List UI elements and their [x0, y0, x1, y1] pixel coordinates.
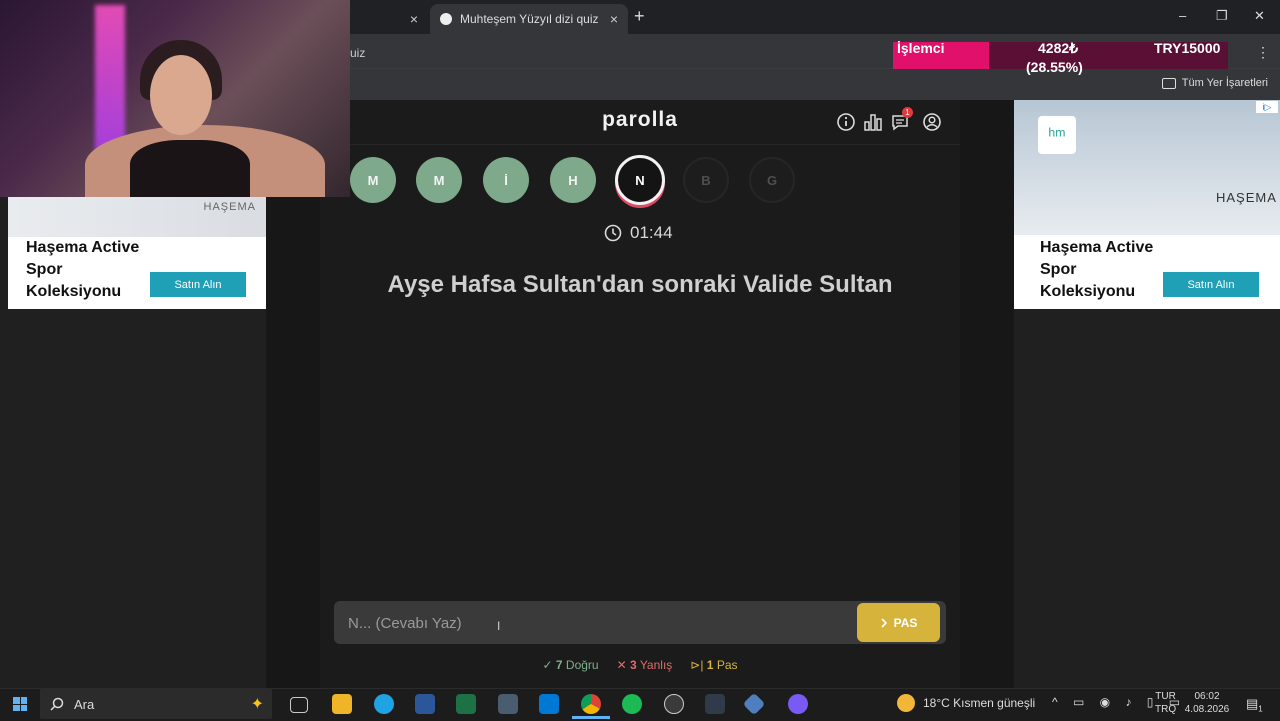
- goal-amount: 4282₺: [1038, 40, 1079, 56]
- stats-icon[interactable]: [863, 112, 883, 132]
- ad-right[interactable]: Haşema Active Spor Koleksiyonu Satın Alı…: [1014, 197, 1280, 309]
- url-text[interactable]: uiz: [350, 46, 365, 60]
- ad-buy-button[interactable]: Satın Alın: [150, 272, 246, 297]
- favicon-icon: [440, 13, 452, 25]
- close-icon[interactable]: ×: [610, 11, 618, 27]
- goal-percent: (28.55%): [1026, 59, 1083, 75]
- text-cursor-icon: I: [497, 619, 501, 633]
- tab-active[interactable]: Muhteşem Yüzyıl dizi quiz quiz ×: [430, 4, 628, 34]
- profile-icon[interactable]: [922, 112, 942, 132]
- letter-h: H: [550, 157, 596, 203]
- clock-time: 06:02: [1194, 691, 1220, 702]
- store-icon[interactable]: [539, 694, 559, 714]
- spotify-icon[interactable]: [622, 694, 642, 714]
- pass-label: PAS: [893, 615, 918, 630]
- search-icon: [50, 697, 64, 711]
- edge-icon[interactable]: [374, 694, 394, 714]
- notification-badge: 1: [902, 107, 913, 118]
- skip-icon: ⊳|: [690, 658, 704, 672]
- excel-icon[interactable]: [456, 694, 476, 714]
- minimize-button[interactable]: –: [1179, 8, 1186, 23]
- timer: 01:44: [604, 223, 673, 243]
- goal-label: İşlemci: [897, 40, 945, 56]
- letter-m-1: M: [350, 157, 396, 203]
- adchoices-icon[interactable]: i▷: [1256, 101, 1278, 113]
- file-explorer-icon[interactable]: [332, 694, 352, 714]
- bookmarks-label: Tüm Yer İşaretleri: [1181, 77, 1268, 89]
- notification-center-icon[interactable]: ▤1: [1246, 696, 1263, 714]
- header-divider: [320, 144, 960, 145]
- word-icon[interactable]: [415, 694, 435, 714]
- obs-icon[interactable]: [664, 694, 684, 714]
- new-tab-button[interactable]: +: [634, 6, 645, 27]
- clock-date: 4.08.2026: [1184, 704, 1230, 715]
- windows-start-icon[interactable]: [13, 697, 27, 711]
- brand-logo-icon: ʰᵐ: [1038, 116, 1076, 154]
- discord-icon[interactable]: [788, 694, 808, 714]
- goal-target: TRY15000: [1154, 40, 1221, 56]
- folder-icon: [1161, 77, 1176, 89]
- chrome-icon[interactable]: [581, 694, 601, 714]
- streamer-shirt: [130, 140, 250, 197]
- ad-headline: Haşema Active Spor Koleksiyonu: [1040, 239, 1154, 300]
- ad-brand: HAŞEMA: [203, 201, 256, 213]
- app-logo[interactable]: parolla: [560, 108, 720, 132]
- score-pass: ⊳| 1 Pas: [690, 658, 738, 672]
- ad-buy-button[interactable]: Satın Alın: [1163, 272, 1259, 297]
- all-bookmarks-button[interactable]: Tüm Yer İşaretleri: [1161, 77, 1268, 89]
- timer-value: 01:44: [630, 223, 673, 242]
- browser-menu-icon[interactable]: ⋮: [1256, 44, 1270, 61]
- maximize-button[interactable]: ❐: [1216, 8, 1228, 24]
- app-icon[interactable]: [705, 694, 725, 714]
- ad-left[interactable]: HAŞEMA Haşema Active Spor Koleksiyonu Sa…: [8, 197, 266, 309]
- lang-top: TUR: [1155, 691, 1176, 702]
- taskbar-search[interactable]: Ara ✦: [40, 689, 272, 719]
- weather-widget[interactable]: 18°C Kısmen güneşli: [897, 694, 1035, 712]
- language-indicator[interactable]: TUR TRQ: [1155, 690, 1176, 716]
- letter-m-2: M: [416, 157, 462, 203]
- pass-button[interactable]: PAS: [857, 603, 940, 642]
- weather-text: 18°C Kısmen güneşli: [923, 696, 1036, 710]
- streamer-face: [150, 55, 212, 135]
- check-icon: ✓: [542, 658, 553, 672]
- clock[interactable]: 06:02 4.08.2026: [1184, 690, 1230, 716]
- score-correct: ✓ 7 Doğru: [542, 658, 599, 672]
- active-app-indicator: [572, 716, 610, 719]
- letter-i: İ: [483, 157, 529, 203]
- chevron-right-icon: [881, 617, 887, 628]
- clock-icon: [604, 224, 622, 242]
- score-wrong: ✕ 3 Yanlış: [616, 658, 673, 672]
- tab-previous[interactable]: ×: [348, 4, 428, 34]
- letter-g: G: [749, 157, 795, 203]
- close-icon[interactable]: ×: [410, 11, 418, 27]
- calculator-icon[interactable]: [498, 694, 518, 714]
- answer-input[interactable]: [346, 605, 850, 642]
- info-icon[interactable]: [836, 112, 856, 132]
- partly-sunny-icon: [897, 694, 915, 712]
- window-close-button[interactable]: ✕: [1254, 8, 1265, 24]
- tab-title: Muhteşem Yüzyıl dizi quiz quiz: [460, 12, 600, 26]
- question-text: Ayşe Hafsa Sultan'dan sonraki Valide Sul…: [387, 271, 893, 298]
- ad-headline: Haşema Active Spor Koleksiyonu: [26, 239, 140, 300]
- cross-icon: ✕: [616, 658, 627, 672]
- webcam-overlay: [0, 0, 350, 197]
- lang-bottom: TRQ: [1155, 704, 1177, 715]
- letter-b: B: [683, 157, 729, 203]
- search-label: Ara: [74, 696, 95, 712]
- sparkle-icon: ✦: [250, 696, 264, 713]
- score-summary: ✓ 7 Doğru ✕ 3 Yanlış ⊳| 1 Pas: [320, 658, 960, 672]
- notif-count: 1: [1258, 704, 1263, 714]
- task-view-icon[interactable]: [290, 697, 308, 713]
- letter-n-current: N: [615, 155, 665, 205]
